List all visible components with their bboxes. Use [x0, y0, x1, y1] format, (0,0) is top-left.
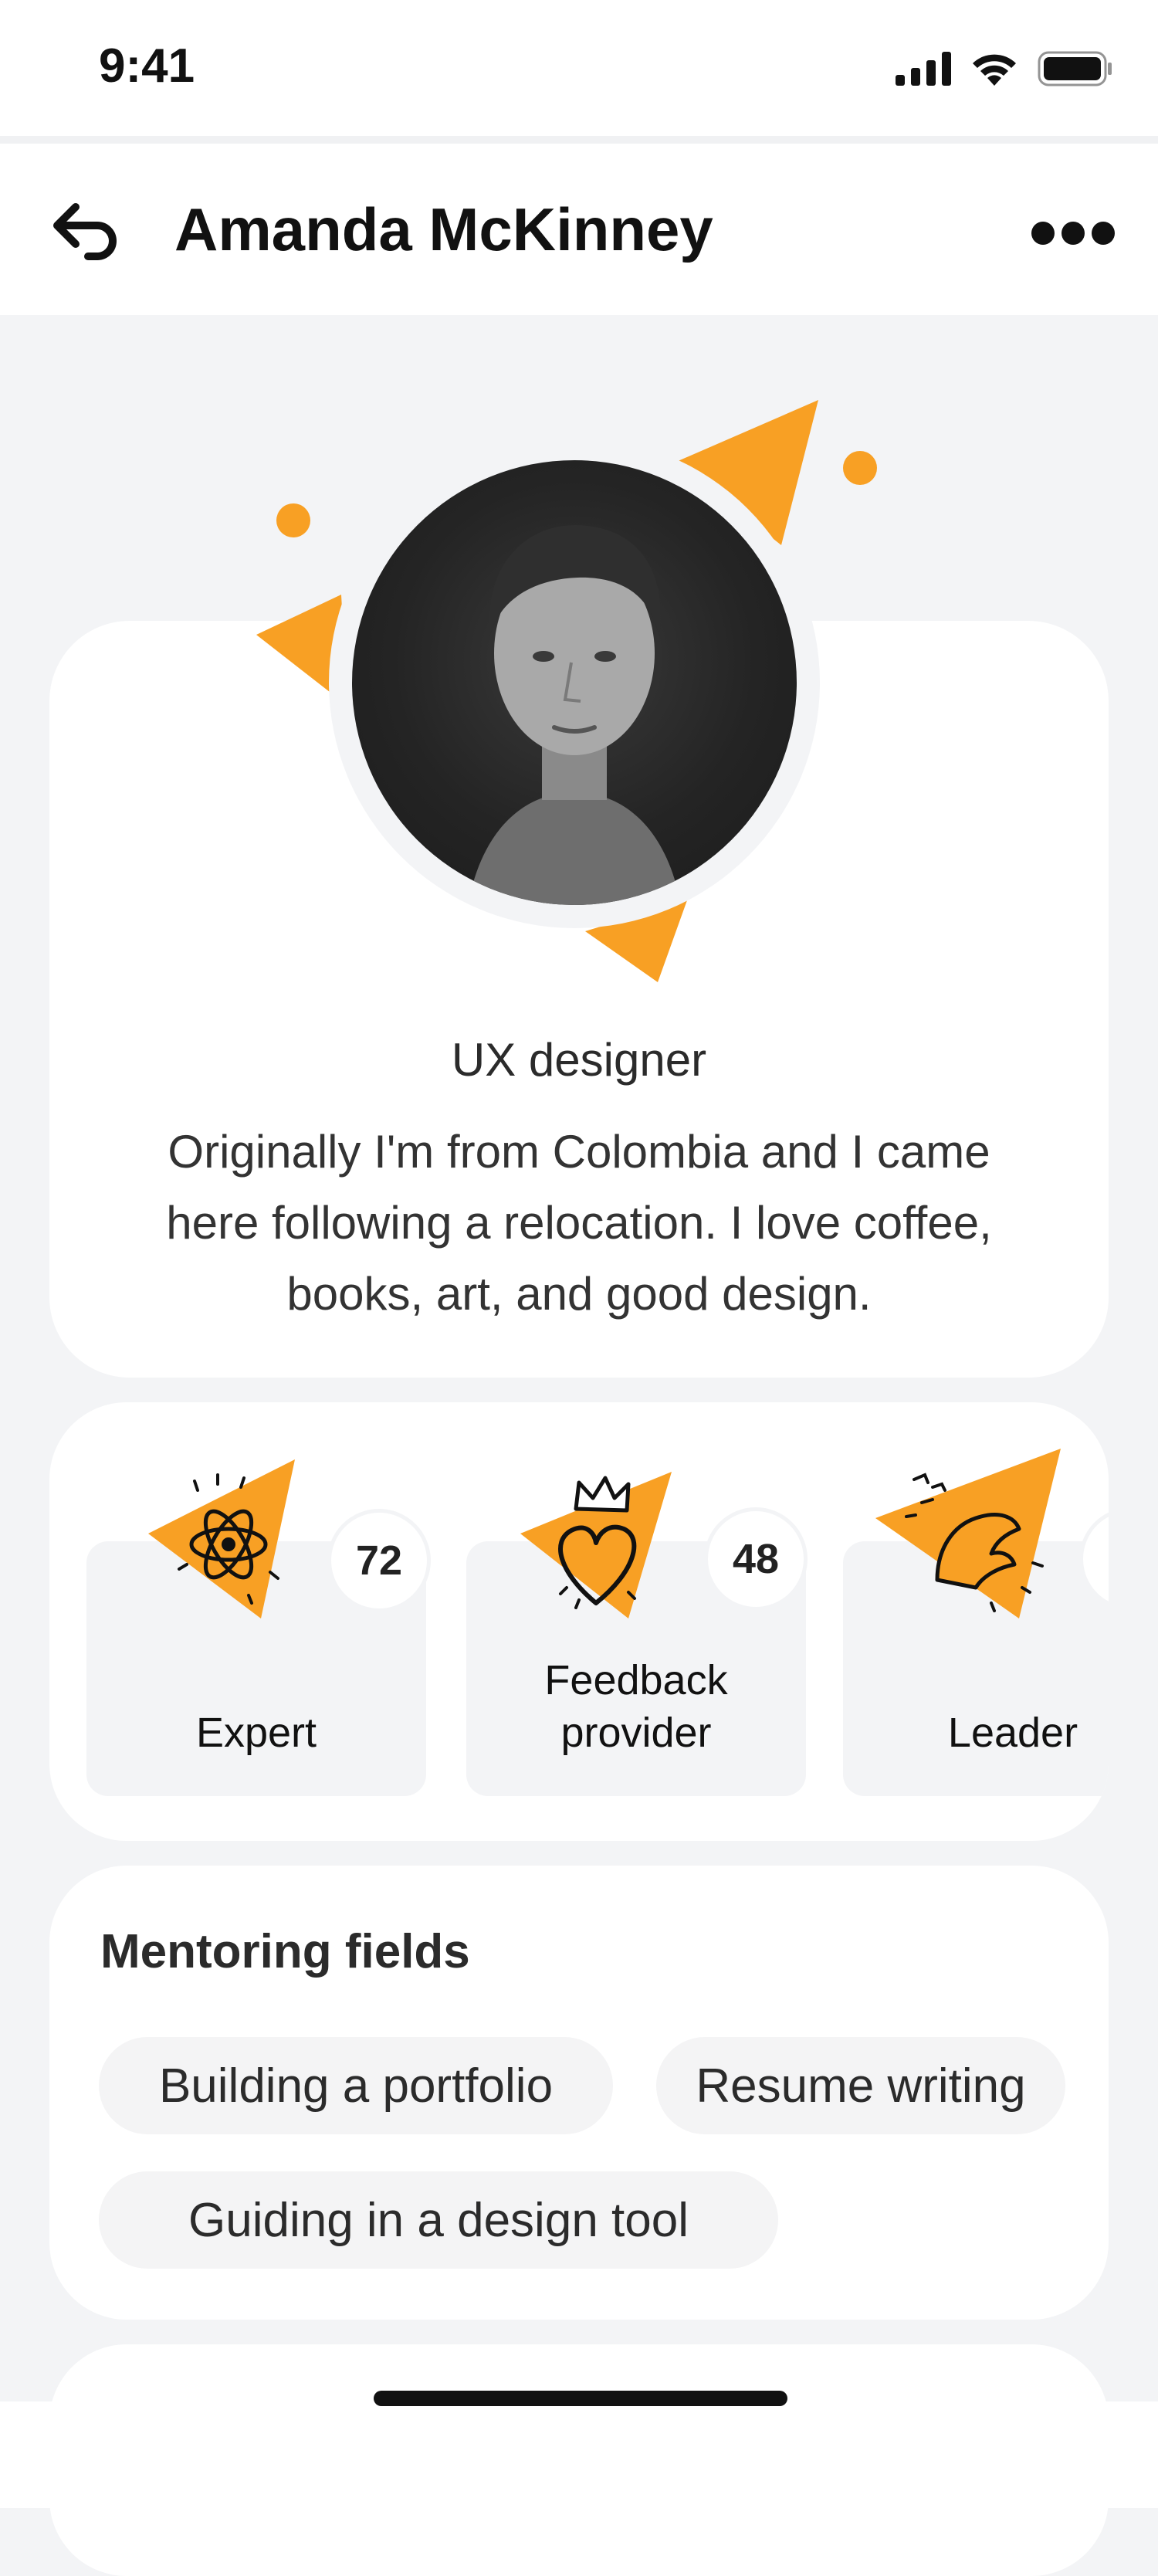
- badge-label-line: Leader: [947, 1710, 1078, 1756]
- home-indicator[interactable]: [374, 2391, 787, 2406]
- badge-label-line: Feedback: [544, 1657, 728, 1703]
- badge-label: Feedback provider: [466, 1654, 806, 1759]
- mentoring-fields-card: Mentoring fields Building a portfolio Re…: [49, 1866, 1109, 2320]
- badge-label-line: provider: [560, 1710, 712, 1756]
- mentoring-fields-title: Mentoring fields: [100, 1925, 470, 1978]
- profile-role: UX designer: [451, 1034, 707, 1086]
- mentoring-field-chip[interactable]: Building a portfolio: [99, 2037, 613, 2134]
- decor-dot-left: [276, 503, 310, 537]
- bio-line: here following a relocation. I love coff…: [166, 1197, 992, 1249]
- home-indicator-area: [0, 2401, 1158, 2508]
- bio-line: books, art, and good design.: [286, 1268, 872, 1320]
- avatar: [352, 460, 797, 905]
- decor-dot-right: [843, 451, 877, 485]
- atom-icon: [148, 1459, 295, 1618]
- crowned-heart-icon: [520, 1472, 672, 1618]
- bio-line: Originally I'm from Colombia and I came: [168, 1126, 990, 1178]
- badge-count: 72: [327, 1509, 431, 1612]
- badge-label: Expert: [86, 1707, 426, 1759]
- badge-label: Leader: [843, 1707, 1109, 1759]
- person-photo: [468, 524, 681, 905]
- badge-count: 48: [704, 1507, 808, 1611]
- profile-bio: Originally I'm from Colombia and I came …: [93, 1117, 1065, 1330]
- badge-label-line: Expert: [195, 1710, 317, 1756]
- badges-carousel[interactable]: Expert 72 Feedback provider 48 Leader 3: [49, 1402, 1109, 1841]
- mentoring-field-chip[interactable]: Resume writing: [656, 2037, 1065, 2134]
- mentoring-field-chip[interactable]: Guiding in a design tool: [99, 2171, 778, 2269]
- winged-hand-icon: [875, 1449, 1061, 1618]
